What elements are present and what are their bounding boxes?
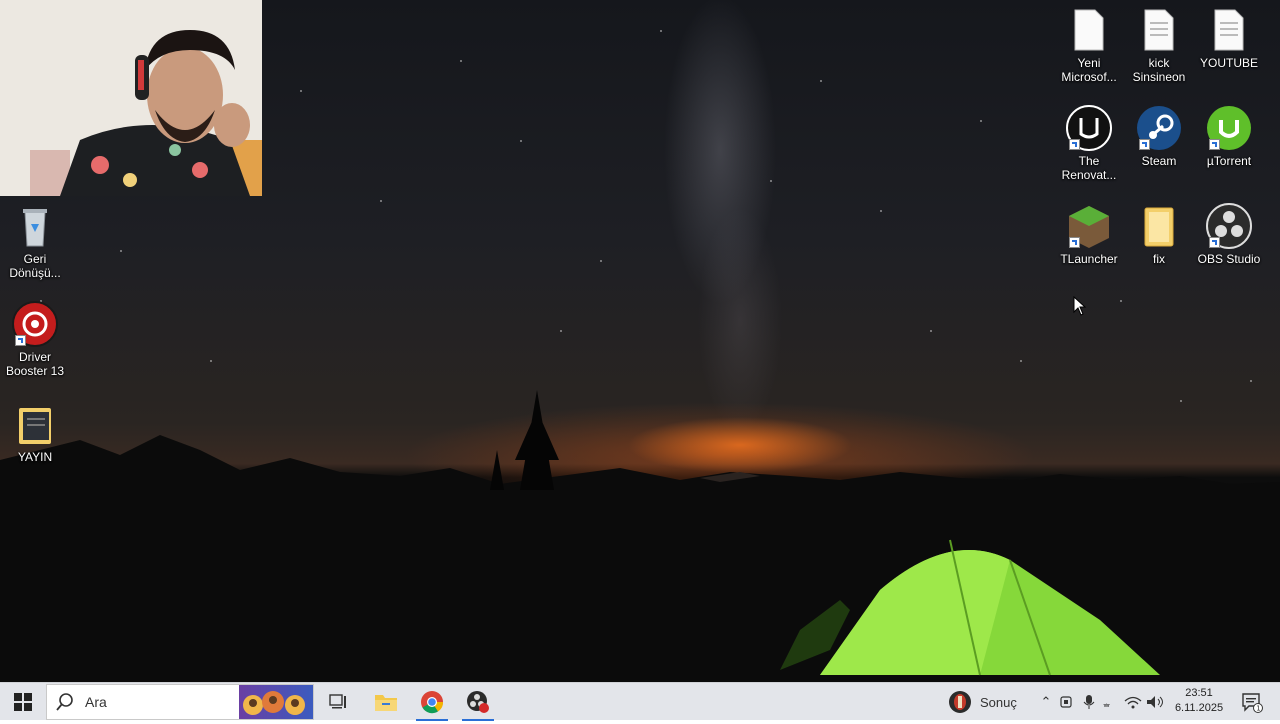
microphone-icon[interactable] xyxy=(1078,694,1100,710)
search-icon xyxy=(56,693,73,711)
youtube-file-label: YOUTUBE xyxy=(1199,56,1258,70)
steam-label: Steam xyxy=(1141,154,1177,168)
task-view-icon xyxy=(329,694,346,709)
tlauncher-label: TLauncher xyxy=(1060,252,1118,266)
yeni-microsoft-shortcut[interactable]: Yeni Microsof... xyxy=(1054,6,1124,84)
tray-device-icon[interactable] xyxy=(1056,694,1078,710)
utorrent-label: µTorrent xyxy=(1206,154,1252,168)
driver-booster-shortcut[interactable]: Driver Booster 13 xyxy=(0,300,70,378)
recycle-bin-label: Geri Dönüşü... xyxy=(9,252,61,280)
unreal-engine-icon xyxy=(1065,104,1113,152)
obs-icon xyxy=(1205,202,1253,250)
shortcut-arrow-icon xyxy=(1209,237,1220,248)
document-icon xyxy=(1135,6,1183,54)
taskbar-search-box[interactable]: Ara xyxy=(46,684,314,720)
taskbar: Ara Sonuç ⌃ ᇂ 23:51 6.11.2025 1 xyxy=(0,682,1280,721)
document-icon xyxy=(1205,6,1253,54)
obs-active-indicator xyxy=(462,719,494,721)
recycle-bin-icon xyxy=(11,202,59,250)
action-center-button[interactable]: 1 xyxy=(1232,683,1272,721)
wifi-icon[interactable] xyxy=(1122,694,1144,710)
utorrent-shortcut[interactable]: µTorrent xyxy=(1194,104,1264,168)
wallpaper-tent xyxy=(780,539,1160,676)
shortcut-arrow-icon xyxy=(1069,237,1080,248)
steam-shortcut[interactable]: Steam xyxy=(1124,104,1194,168)
folder-icon xyxy=(1135,202,1183,250)
webcam-overlay xyxy=(0,0,262,196)
volume-icon[interactable] xyxy=(1144,694,1166,710)
shortcut-arrow-icon xyxy=(15,335,26,346)
weather-widget[interactable]: Sonuç xyxy=(948,683,1017,721)
folder-icon xyxy=(11,400,59,448)
input-method-icon[interactable]: ᇂ xyxy=(1100,694,1122,710)
webcam-person xyxy=(0,0,262,196)
kick-sinsineon-label: kick Sinsineon xyxy=(1132,56,1186,84)
obs-recording-icon xyxy=(467,691,489,713)
notification-icon: 1 xyxy=(1242,693,1263,713)
show-hidden-icons-chevron-icon[interactable]: ⌃ xyxy=(1036,694,1056,710)
windows-logo-icon xyxy=(14,693,32,711)
taskbar-clock[interactable]: 23:51 6.11.2025 xyxy=(1170,686,1228,716)
steam-icon xyxy=(1135,104,1183,152)
the-renovators-shortcut[interactable]: The Renovat... xyxy=(1054,104,1124,182)
shortcut-arrow-icon xyxy=(1209,139,1220,150)
recycle-bin-icon-shortcut[interactable]: Geri Dönüşü... xyxy=(0,202,70,280)
shortcut-arrow-icon xyxy=(1139,139,1150,150)
fix-folder-label: fix xyxy=(1153,252,1165,266)
chrome-icon xyxy=(421,691,444,714)
start-button[interactable] xyxy=(0,683,46,721)
svg-text:ᇂ: ᇂ xyxy=(1102,698,1111,709)
notification-count: 1 xyxy=(1256,705,1260,713)
utorrent-icon xyxy=(1205,104,1253,152)
fix-folder-shortcut[interactable]: fix xyxy=(1124,202,1194,266)
driver-booster-label: Driver Booster 13 xyxy=(5,350,65,378)
weather-label: Sonuç xyxy=(980,694,1017,710)
obs-taskbar-button[interactable] xyxy=(456,683,500,721)
kick-sinsineon-shortcut[interactable]: kick Sinsineon xyxy=(1124,6,1194,84)
yeni-microsoft-label: Yeni Microsof... xyxy=(1061,56,1117,84)
chrome-active-indicator xyxy=(416,719,448,721)
the-renovators-label: The Renovat... xyxy=(1061,154,1117,182)
document-icon xyxy=(1065,6,1113,54)
minecraft-block-icon xyxy=(1065,202,1113,250)
shortcut-arrow-icon xyxy=(1069,139,1080,150)
obs-studio-label: OBS Studio xyxy=(1197,252,1261,266)
clock-time: 23:51 xyxy=(1185,687,1213,699)
driver-booster-icon xyxy=(11,300,59,348)
file-explorer-button[interactable] xyxy=(364,683,408,721)
tlauncher-shortcut[interactable]: TLauncher xyxy=(1054,202,1124,266)
system-tray: ⌃ ᇂ xyxy=(1036,683,1166,721)
mouse-cursor-icon xyxy=(1073,296,1087,316)
obs-studio-shortcut[interactable]: OBS Studio xyxy=(1194,202,1264,266)
yayin-folder-shortcut[interactable]: YAYIN xyxy=(0,400,70,464)
file-explorer-icon xyxy=(375,695,397,711)
task-view-button[interactable] xyxy=(318,683,358,721)
search-highlight-image xyxy=(239,685,313,719)
yayin-folder-label: YAYIN xyxy=(17,450,53,464)
chrome-button[interactable] xyxy=(410,683,454,721)
weather-avatar-icon xyxy=(949,691,971,713)
clock-date: 6.11.2025 xyxy=(1174,702,1224,714)
search-placeholder: Ara xyxy=(85,694,107,710)
youtube-file-shortcut[interactable]: YOUTUBE xyxy=(1194,6,1264,70)
